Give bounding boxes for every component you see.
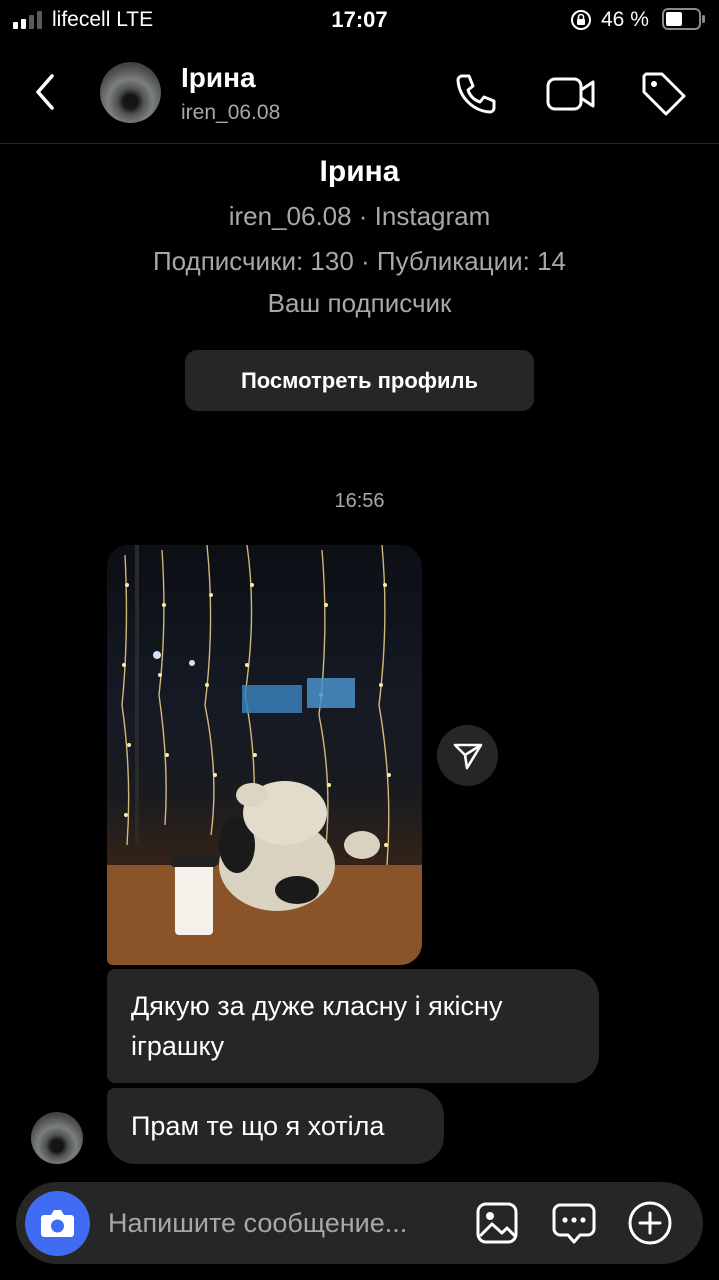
- profile-relation: Ваш подписчик: [267, 288, 452, 318]
- chat-header: Ірина iren_06.08: [0, 48, 719, 144]
- message-timestamp: 16:56: [334, 490, 385, 512]
- gallery-icon[interactable]: [474, 1200, 520, 1246]
- battery-icon: [662, 8, 705, 30]
- sticker-icon[interactable]: [550, 1199, 598, 1247]
- camera-icon: [41, 1210, 74, 1237]
- send-icon: [453, 743, 483, 770]
- view-profile-button[interactable]: Посмотреть профиль: [185, 350, 534, 411]
- phone-icon[interactable]: [452, 70, 500, 118]
- message-bubble[interactable]: Прам те що я хотіла: [107, 1088, 444, 1164]
- video-icon[interactable]: [545, 70, 597, 118]
- back-icon[interactable]: [28, 70, 64, 114]
- contact-username[interactable]: iren_06.08: [181, 101, 280, 125]
- plus-icon[interactable]: [626, 1199, 674, 1247]
- message-bubble[interactable]: Дякую за дуже класну і якісну іграшку: [107, 969, 599, 1083]
- message-input[interactable]: [108, 1198, 468, 1248]
- photo-message[interactable]: [107, 545, 422, 965]
- share-button[interactable]: [437, 725, 498, 786]
- tag-icon[interactable]: [638, 68, 690, 118]
- message-composer: [16, 1182, 703, 1264]
- contact-name[interactable]: Ірина: [181, 62, 256, 94]
- photo-image: [107, 545, 422, 965]
- avatar[interactable]: [100, 62, 161, 123]
- profile-stats: Подписчики: 130 · Публикации: 14: [152, 246, 567, 276]
- camera-button[interactable]: [25, 1191, 90, 1256]
- status-bar: lifecell LTE 17:07 46 %: [0, 0, 719, 40]
- lock-rotation-icon: [571, 10, 591, 30]
- sender-avatar[interactable]: [31, 1112, 83, 1164]
- battery-percent: 46 %: [601, 8, 649, 31]
- profile-source: iren_06.08 · Instagram: [228, 201, 491, 231]
- profile-name: Ірина: [319, 155, 400, 188]
